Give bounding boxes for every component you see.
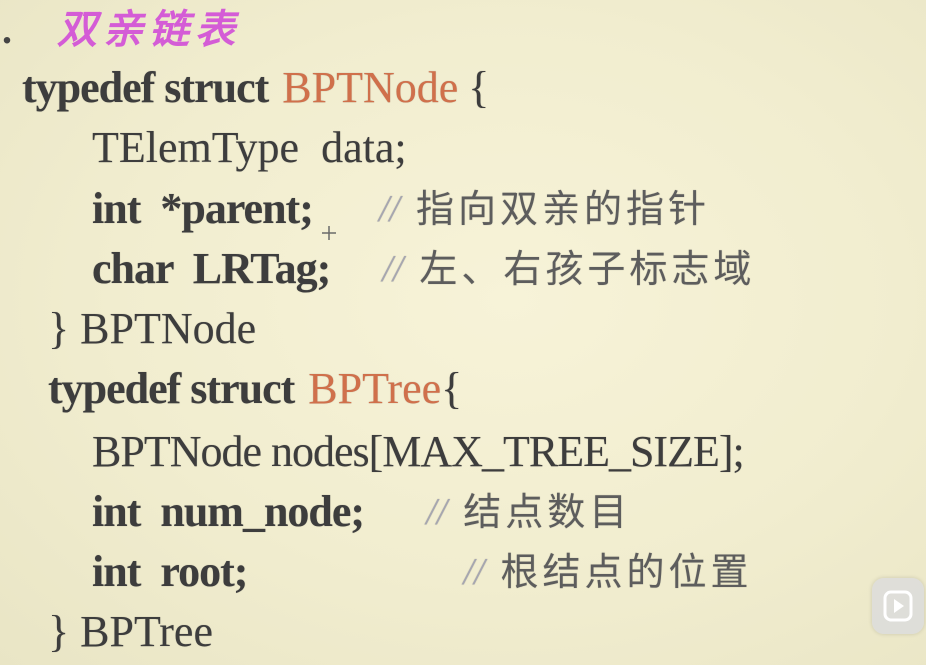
comment-lrtag: 左、右孩子标志域 — [419, 247, 756, 291]
code-line-6: typedef struct BPTree { — [48, 361, 462, 417]
field-parent: int *parent; — [92, 184, 314, 233]
field-num-node: int num_node; — [92, 487, 365, 536]
play-icon — [883, 590, 913, 622]
struct-close-bptree: } BPTree — [48, 607, 213, 656]
code-line-7: BPTNode nodes[MAX_TREE_SIZE]; — [92, 424, 745, 480]
comment-num-node: 结点数目 — [463, 490, 632, 534]
code-line-3: int *parent; // 指向双亲的指针 — [92, 181, 710, 237]
heading-title: 双亲链表 — [57, 7, 241, 53]
code-line-2: TElemType data; — [92, 120, 407, 176]
comment-slashes: // — [426, 491, 448, 533]
struct-close-bptnode: } BPTNode — [48, 304, 257, 353]
slide-heading: . 双亲链表 — [0, 2, 241, 58]
field-root: int root; — [92, 547, 248, 596]
code-line-9: int root; // 根结点的位置 — [92, 544, 753, 600]
heading-bullet: . — [2, 7, 12, 52]
comment-parent: 指向双亲的指针 — [415, 187, 710, 231]
code-line-4: char LRTag; // 左、右孩子标志域 — [92, 241, 755, 297]
field-lrtag: char LRTag; — [92, 244, 331, 293]
struct-name-bptnode: BPTNode — [282, 63, 459, 112]
code-line-1: typedef struct BPTNode { — [22, 60, 489, 116]
slide: . 双亲链表 typedef struct BPTNode { TElemTyp… — [0, 0, 926, 665]
field-data: TElemType data; — [92, 123, 407, 172]
comment-slashes: // — [382, 248, 404, 290]
open-brace: { — [441, 364, 463, 413]
comment-root: 根结点的位置 — [500, 550, 753, 594]
field-nodes: BPTNode nodes[MAX_TREE_SIZE]; — [92, 427, 745, 476]
comment-slashes: // — [378, 188, 400, 230]
code-line-5: } BPTNode — [48, 301, 256, 357]
play-button[interactable] — [872, 578, 924, 634]
mouse-cursor-icon — [322, 226, 336, 240]
typedef-struct-keyword: typedef struct — [22, 63, 269, 112]
code-line-10: } BPTree — [48, 604, 213, 660]
code-line-8: int num_node; // 结点数目 — [92, 484, 631, 540]
struct-name-bptree: BPTree — [308, 364, 442, 413]
typedef-struct-keyword: typedef struct — [48, 364, 295, 413]
comment-slashes: // — [463, 551, 485, 593]
open-brace: { — [468, 63, 490, 112]
